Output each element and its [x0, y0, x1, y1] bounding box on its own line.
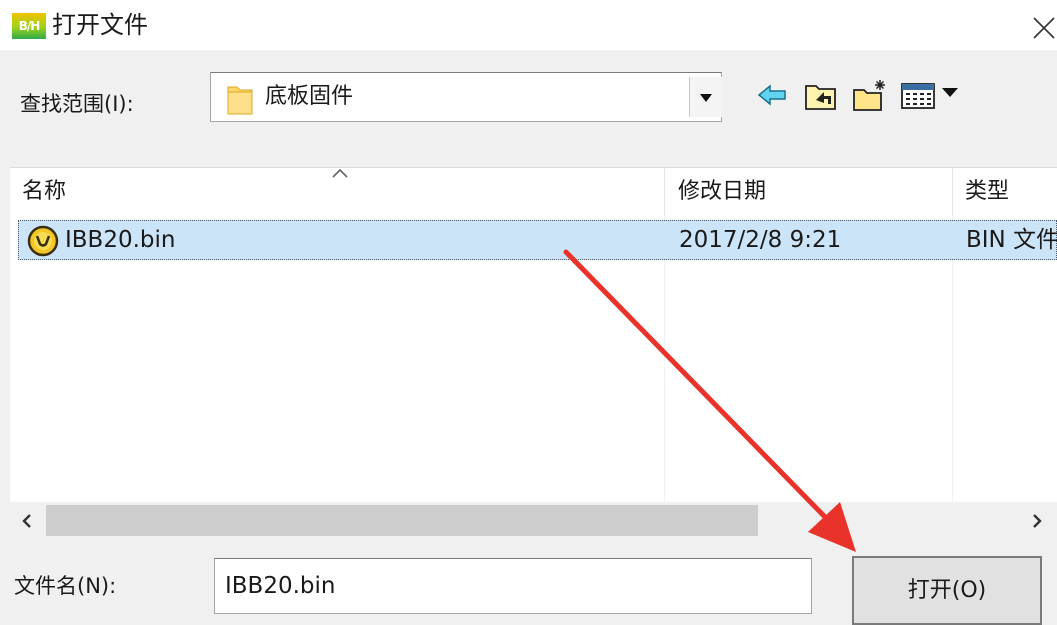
horizontal-scrollbar[interactable] — [10, 502, 1057, 542]
title-bar: B/H 打开文件 — [0, 0, 1057, 50]
file-type-cell: BIN 文件 — [966, 227, 1057, 253]
chevron-right-icon[interactable] — [1030, 511, 1044, 531]
folder-icon — [227, 86, 253, 115]
file-modified-cell: 2017/2/8 9:21 — [679, 227, 842, 253]
file-name-cell: IBB20.bin — [65, 227, 176, 253]
header-divider[interactable] — [952, 168, 953, 216]
column-header-type[interactable]: 类型 — [965, 168, 1009, 216]
file-name-input[interactable] — [214, 558, 812, 614]
look-in-combobox[interactable]: 底板固件 — [210, 72, 722, 122]
bin-file-icon — [27, 225, 59, 257]
up-folder-icon[interactable] — [804, 78, 838, 114]
file-name-label: 文件名(N): — [14, 574, 117, 598]
open-button[interactable]: 打开(O) — [852, 556, 1042, 625]
chevron-left-icon[interactable] — [20, 511, 34, 531]
header-divider[interactable] — [664, 168, 665, 216]
chevron-down-icon — [700, 94, 712, 102]
column-header-name[interactable]: 名称 — [22, 168, 66, 216]
window-title: 打开文件 — [52, 11, 148, 39]
sort-ascending-icon — [332, 168, 348, 178]
view-menu-icon[interactable] — [900, 78, 962, 114]
column-header-modified[interactable]: 修改日期 — [678, 168, 766, 216]
scrollbar-thumb[interactable] — [46, 505, 758, 536]
look-in-dropdown-button[interactable] — [689, 77, 722, 117]
new-folder-icon[interactable] — [852, 78, 888, 114]
table-row[interactable]: IBB20.bin 2017/2/8 9:21 BIN 文件 — [18, 220, 1057, 260]
close-icon[interactable] — [1026, 8, 1057, 44]
look-in-label: 查找范围(I): — [20, 92, 134, 116]
back-arrow-icon[interactable] — [756, 78, 788, 114]
look-in-value: 底板固件 — [265, 84, 354, 109]
file-list[interactable]: 名称 修改日期 类型 IBB20.bin 2017/2/8 9:21 BIN 文… — [10, 167, 1057, 503]
app-icon: B/H — [12, 13, 46, 39]
